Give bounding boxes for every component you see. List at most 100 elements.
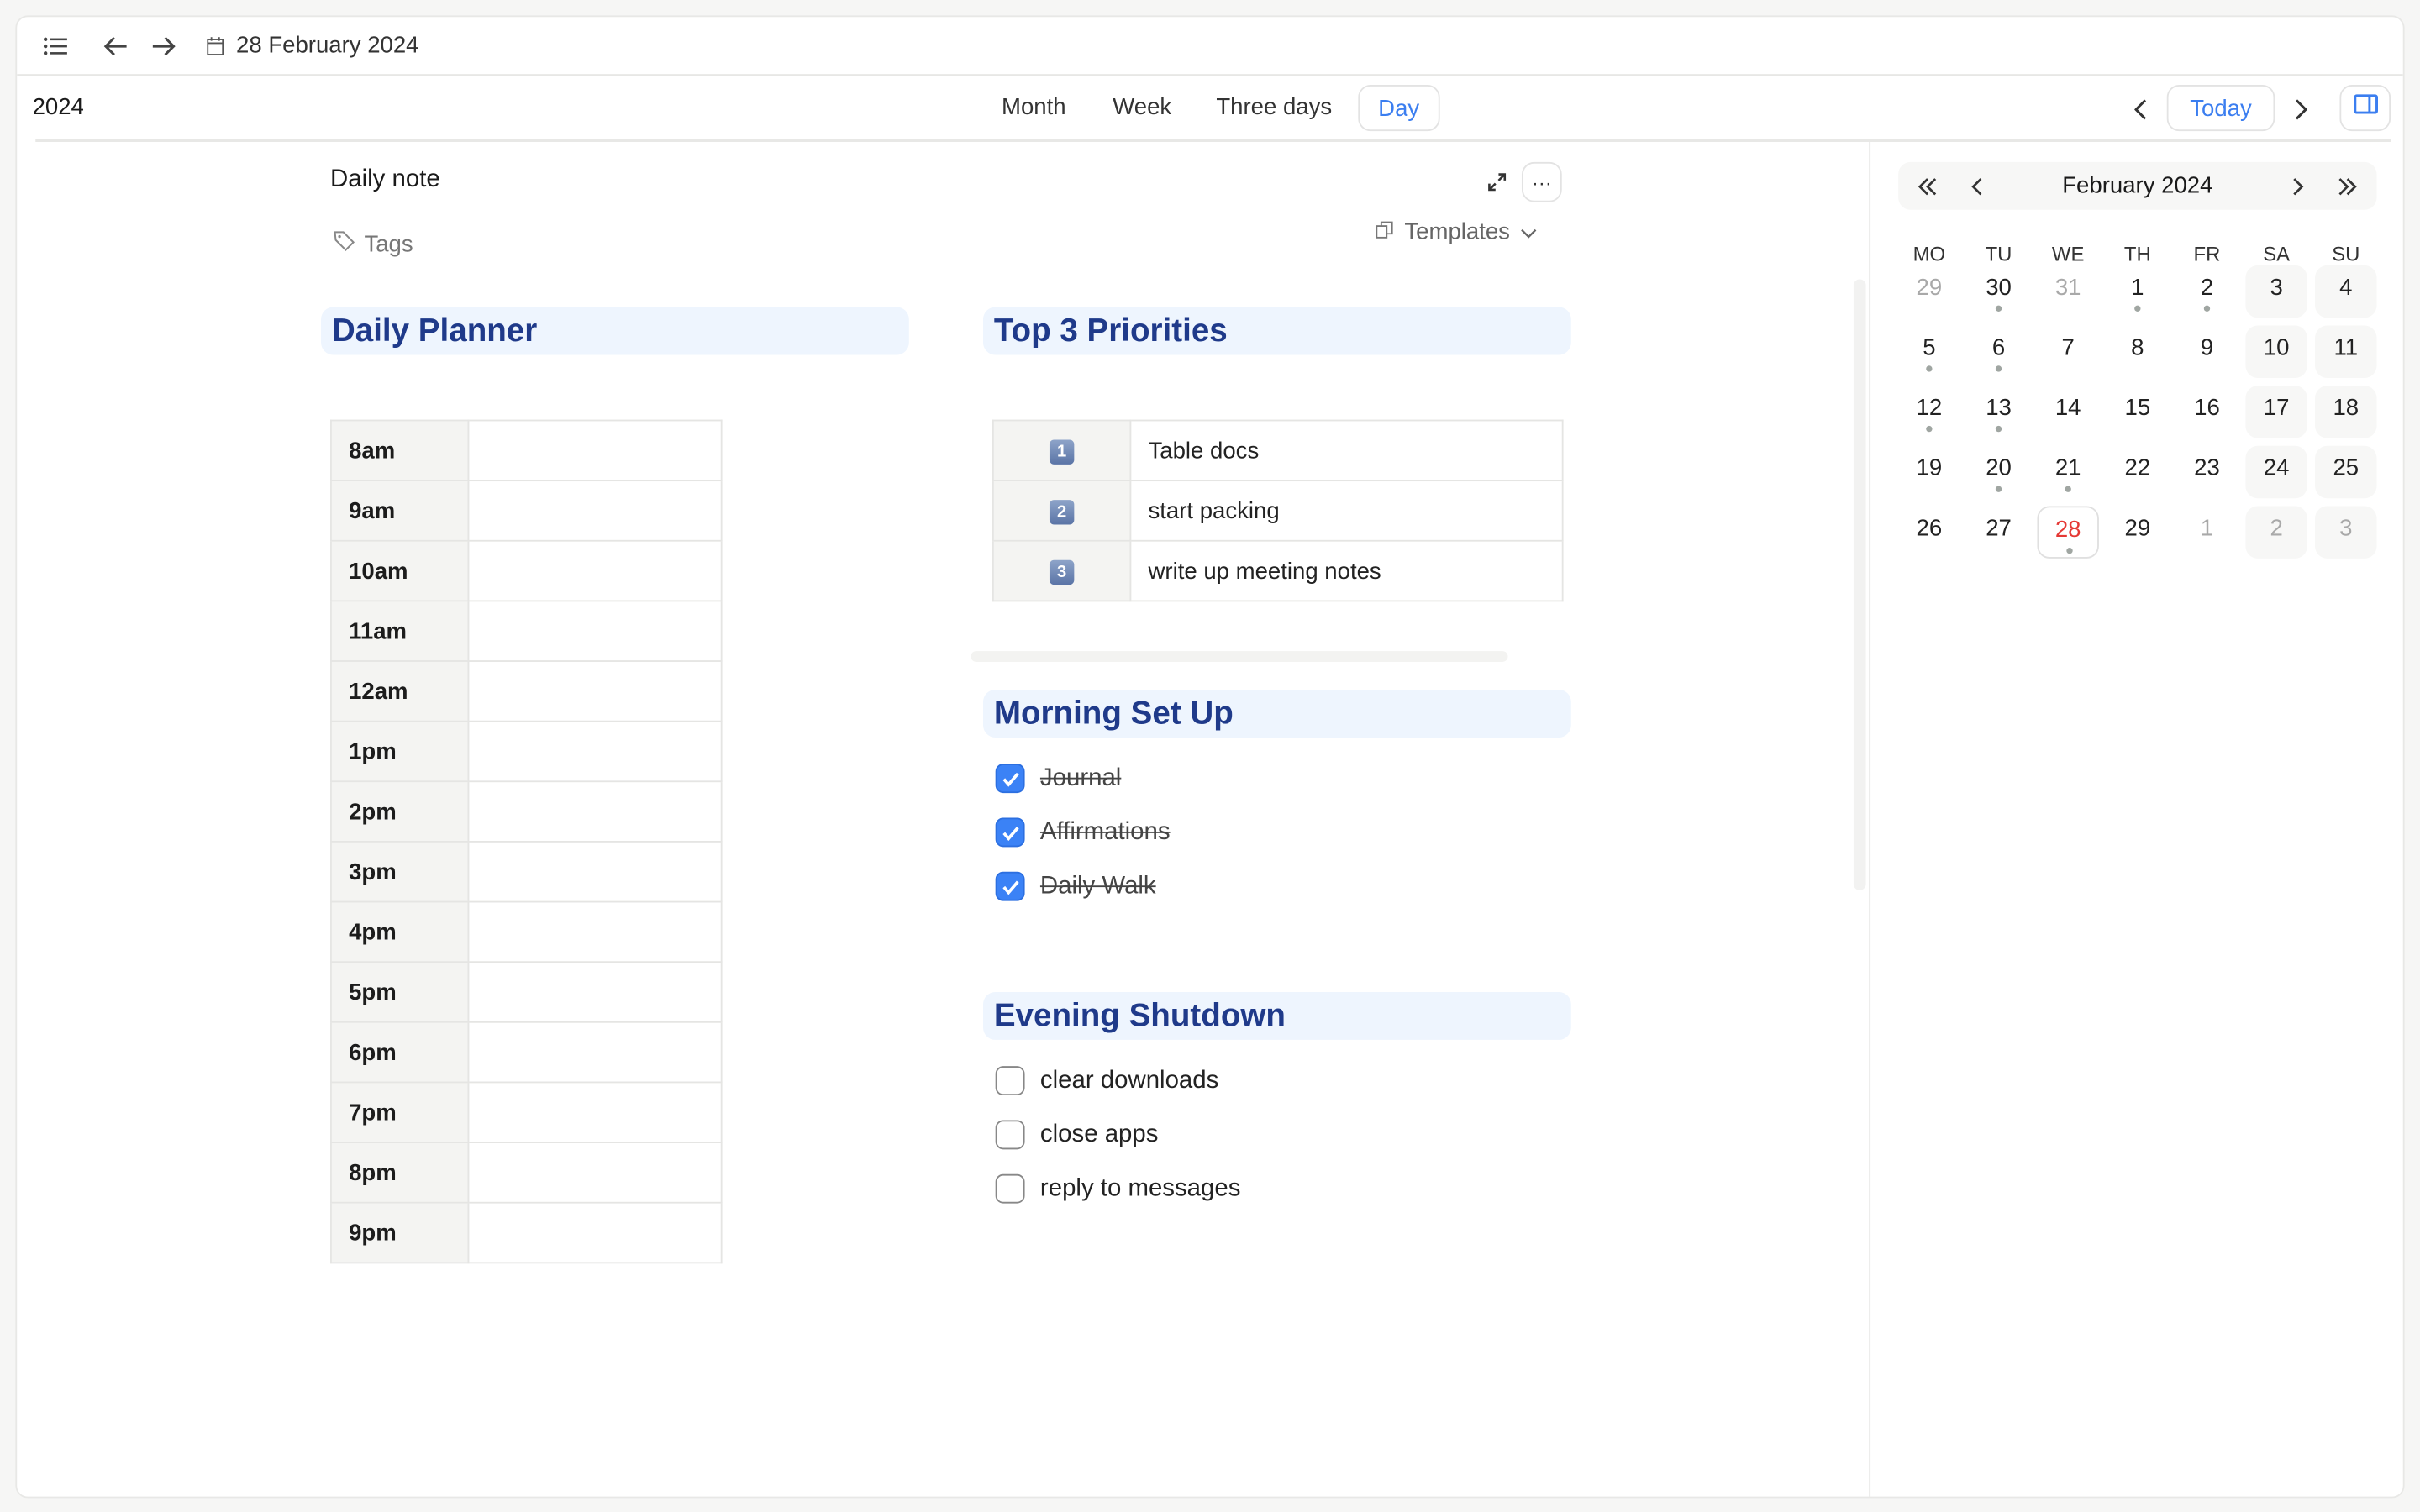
hour-cell[interactable] [467, 1142, 723, 1204]
weekday-label: TU [1985, 242, 2012, 265]
app-window: 28 February 2024 2024 Month Week Three d… [15, 15, 2405, 1499]
more-options-button[interactable]: ··· [1521, 161, 1562, 202]
day-number: 29 [2124, 515, 2151, 542]
calendar-day[interactable]: 27 [1968, 506, 2029, 558]
calendar-day[interactable]: 24 [2245, 445, 2307, 499]
morning-heading: Morning Set Up [982, 690, 1571, 738]
hour-label: 4pm [330, 900, 470, 963]
forward-arrow-icon[interactable] [148, 31, 179, 62]
calendar-day[interactable]: 1 [2107, 265, 2168, 318]
calendar-day[interactable]: 13 [1968, 386, 2029, 438]
tab-day[interactable]: Day [1358, 85, 1440, 132]
hour-cell[interactable] [467, 480, 723, 542]
hour-cell[interactable] [467, 419, 723, 482]
calendar-day[interactable]: 21 [2037, 446, 2098, 498]
checklist-item[interactable]: Affirmations [995, 817, 1171, 848]
checkbox[interactable] [995, 1120, 1025, 1150]
hour-cell[interactable] [467, 1081, 723, 1143]
tab-month[interactable]: Month [983, 85, 1085, 131]
calendar-day[interactable]: 5 [1898, 326, 1960, 378]
calendar-day[interactable]: 18 [2315, 386, 2377, 438]
checkbox-checked[interactable] [995, 764, 1025, 794]
prev-chevron-icon[interactable] [2125, 94, 2156, 125]
checklist-item[interactable]: Journal [995, 764, 1121, 794]
day-number: 23 [2194, 454, 2220, 482]
calendar-day[interactable]: 29 [2107, 506, 2168, 558]
note-dot-icon [2134, 305, 2141, 312]
priority-text[interactable]: start packing [1129, 480, 1564, 542]
templates-dropdown[interactable]: Templates [1375, 219, 1538, 245]
weekday-label: WE [2051, 242, 2085, 265]
calendar-day[interactable]: 23 [2176, 446, 2238, 498]
calendar-day[interactable]: 19 [1898, 446, 1960, 498]
hour-cell[interactable] [467, 539, 723, 602]
calendar-day[interactable]: 6 [1968, 326, 2029, 378]
checkbox[interactable] [995, 1066, 1025, 1096]
calendar-day[interactable]: 15 [2107, 386, 2168, 438]
calendar-day[interactable]: 1 [2176, 506, 2238, 558]
checkbox[interactable] [995, 1173, 1025, 1204]
back-arrow-icon[interactable] [100, 31, 131, 62]
toggle-sidebar-button[interactable] [2339, 85, 2391, 132]
tab-week[interactable]: Week [1094, 85, 1190, 131]
hour-cell[interactable] [467, 720, 723, 783]
calendar-day[interactable]: 17 [2245, 386, 2307, 438]
calendar-day[interactable]: 11 [2315, 325, 2377, 378]
today-button[interactable]: Today [2166, 85, 2275, 132]
number-badge-icon: 2 [1049, 500, 1075, 525]
calendar-day[interactable]: 3 [2315, 506, 2377, 559]
checkbox-checked[interactable] [995, 817, 1025, 848]
priority-text[interactable]: Table docs [1129, 419, 1564, 482]
calendar-day[interactable]: 10 [2245, 325, 2307, 378]
calendar-day[interactable]: 31 [2037, 265, 2098, 318]
day-number: 4 [2339, 274, 2353, 302]
calendar-day[interactable]: 2 [2176, 265, 2238, 318]
calendar-day[interactable]: 2 [2245, 506, 2307, 559]
hour-cell[interactable] [467, 660, 723, 722]
hour-row: 1pm [330, 720, 723, 783]
checklist-item[interactable]: close apps [995, 1120, 1158, 1150]
priority-number-cell: 3 [992, 539, 1132, 602]
hour-cell[interactable] [467, 780, 723, 843]
calendar-day[interactable]: 30 [1968, 265, 2029, 318]
calendar-day-today[interactable]: 28 [2037, 506, 2099, 559]
tab-three-days[interactable]: Three days [1197, 85, 1350, 131]
hour-cell[interactable] [467, 1021, 723, 1084]
list-icon[interactable] [39, 33, 72, 60]
hour-cell[interactable] [467, 600, 723, 662]
check-icon [1002, 879, 1018, 895]
tags-field[interactable]: Tags [334, 230, 413, 260]
calendar-day[interactable]: 4 [2315, 265, 2377, 318]
calendar-day[interactable]: 25 [2315, 445, 2377, 499]
next-chevron-icon[interactable] [2286, 94, 2317, 125]
hour-cell[interactable] [467, 900, 723, 963]
calendar-day[interactable]: 16 [2176, 386, 2238, 438]
calendar-day[interactable]: 12 [1898, 386, 1960, 438]
priority-text[interactable]: write up meeting notes [1129, 539, 1564, 602]
horizontal-scrollbar[interactable] [971, 651, 1508, 662]
priority-row: 2 start packing [992, 480, 1564, 542]
expand-icon[interactable] [1483, 168, 1511, 196]
calendar-day[interactable]: 9 [2176, 326, 2238, 378]
hour-row: 9pm [330, 1201, 723, 1264]
checkbox-checked[interactable] [995, 871, 1025, 901]
calendar-day[interactable]: 22 [2107, 446, 2168, 498]
calendar-day[interactable]: 20 [1968, 446, 2029, 498]
calendar-day[interactable]: 14 [2037, 386, 2098, 438]
calendar-day[interactable]: 7 [2037, 326, 2098, 378]
calendar-day[interactable]: 26 [1898, 506, 1960, 558]
checklist-item[interactable]: reply to messages [995, 1173, 1240, 1204]
next-month-icon[interactable] [2282, 171, 2313, 202]
checklist-item[interactable]: clear downloads [995, 1066, 1218, 1096]
calendar-day[interactable]: 8 [2107, 326, 2168, 378]
day-number: 17 [2263, 395, 2290, 422]
checklist-item[interactable]: Daily Walk [995, 871, 1156, 901]
hour-cell[interactable] [467, 841, 723, 903]
hour-cell[interactable] [467, 961, 723, 1023]
calendar-day[interactable]: 29 [1898, 265, 1960, 318]
calendar-day[interactable]: 3 [2245, 265, 2307, 318]
hour-cell[interactable] [467, 1201, 723, 1264]
day-number: 28 [2054, 517, 2081, 543]
scrollbar[interactable] [1853, 279, 1866, 890]
next-year-icon[interactable] [2332, 171, 2363, 202]
